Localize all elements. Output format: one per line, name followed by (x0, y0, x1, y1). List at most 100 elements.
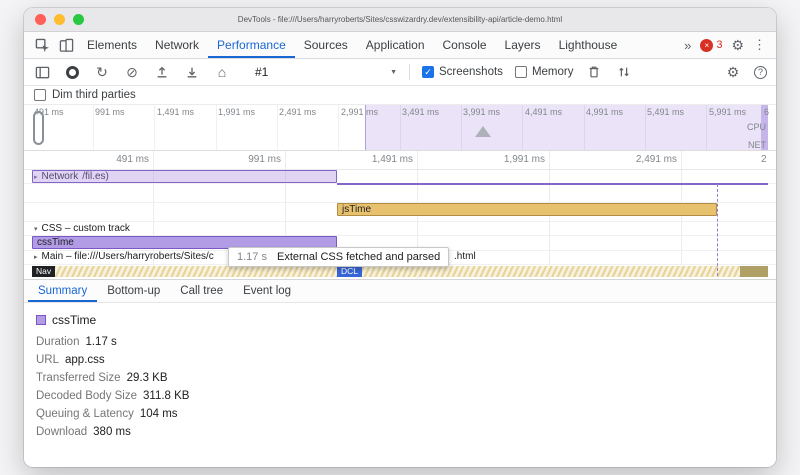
timeline-body: 491 ms 991 ms 1,491 ms 1,991 ms 2,491 ms… (24, 151, 776, 279)
record-icon (66, 66, 79, 79)
row-divider (24, 221, 776, 222)
capture-settings-gear-icon[interactable]: ⚙ (724, 63, 742, 81)
nav-marker[interactable]: Nav (32, 266, 55, 277)
summary-label: Duration (36, 336, 79, 348)
tab-network[interactable]: Network (146, 32, 208, 58)
triangle-right-icon: ▸ (34, 253, 38, 261)
overview-drag-handle[interactable] (33, 111, 44, 145)
cpu-activity-peak (475, 126, 491, 137)
tab-lighthouse[interactable]: Lighthouse (550, 32, 627, 58)
overview-time-label: 2,491 ms (279, 107, 316, 117)
close-window-button[interactable] (35, 14, 46, 25)
check-icon: ✓ (424, 67, 432, 78)
ruler-label: 2,491 ms (593, 154, 677, 165)
dcl-marker[interactable]: DCL (337, 266, 362, 277)
toggle-sidebar-icon[interactable] (33, 63, 51, 81)
tooltip-duration: 1.17 s (237, 251, 267, 263)
main-track-header[interactable]: ▸ Main – file:///Users/harryroberts/Site… (34, 251, 214, 262)
js-time-bar[interactable]: jsTime (337, 203, 717, 216)
summary-label: Transferred Size (36, 372, 121, 384)
tab-performance[interactable]: Performance (208, 32, 295, 58)
summary-row: URLapp.css (36, 354, 776, 366)
recording-history-select[interactable]: #1 ▼ (255, 65, 397, 79)
gridline-vertical (645, 105, 646, 150)
summary-label: Queuing & Latency (36, 408, 134, 420)
timings-striped-bar (32, 266, 768, 277)
help-icon[interactable]: ? (754, 66, 767, 79)
memory-toggle: Memory (515, 66, 574, 78)
recording-history-value: #1 (255, 65, 268, 79)
timeline-tracks: ▸ Network /fil.es) jsTime ▾ CSS – custom… (24, 170, 776, 279)
traffic-lights (24, 14, 84, 25)
ruler-label: 2 (761, 154, 775, 165)
devtools-window: DevTools - file:///Users/harryroberts/Si… (24, 8, 776, 467)
gridline-vertical (706, 105, 707, 150)
devtools-tabbar: Elements Network Performance Sources App… (24, 32, 776, 59)
dim-third-parties-checkbox[interactable] (34, 89, 46, 101)
home-icon[interactable]: ⌂ (213, 63, 231, 81)
more-options-icon[interactable]: ⋮ (753, 37, 766, 53)
css-custom-track-header[interactable]: ▾ CSS – custom track (34, 223, 130, 234)
inspect-element-icon[interactable] (30, 32, 54, 58)
minimize-window-button[interactable] (54, 14, 65, 25)
overview-time-label: 5,491 ms (647, 107, 684, 117)
tab-application[interactable]: Application (357, 32, 434, 58)
up-down-arrows-icon[interactable] (615, 63, 633, 81)
summary-row: Download 380 ms (36, 426, 776, 438)
gridline-vertical (277, 105, 278, 150)
toolbar-separator (409, 64, 410, 80)
ruler-label: 1,491 ms (329, 154, 413, 165)
summary-label: Download (36, 426, 87, 438)
record-button[interactable] (63, 63, 81, 81)
error-badge[interactable]: × 3 (700, 39, 722, 52)
tab-sources[interactable]: Sources (295, 32, 357, 58)
css-time-tooltip: 1.17 s External CSS fetched and parsed (228, 247, 449, 267)
timeline-ruler[interactable]: 491 ms 991 ms 1,491 ms 1,991 ms 2,491 ms… (24, 151, 776, 170)
net-row-label: NET (748, 140, 766, 150)
save-profile-icon[interactable] (183, 63, 201, 81)
tab-call-tree[interactable]: Call tree (170, 280, 233, 302)
summary-row: Decoded Body Size311.8 KB (36, 390, 776, 402)
zoom-window-button[interactable] (73, 14, 84, 25)
timings-dark-segment (740, 266, 768, 277)
collect-garbage-icon[interactable] (585, 63, 603, 81)
main-track-name: Main – file:///Users/harryroberts/Sites/… (42, 251, 214, 262)
summary-value: 1.17 s (85, 336, 116, 348)
clear-recording-button[interactable]: ⊘ (123, 63, 141, 81)
screenshots-toggle: ✓ Screenshots (422, 66, 503, 78)
tab-summary[interactable]: Summary (28, 280, 97, 302)
ruler-label: 991 ms (197, 154, 281, 165)
summary-value: 380 ms (93, 426, 131, 438)
screenshots-label[interactable]: Screenshots (439, 66, 503, 78)
overview-time-label: 991 ms (95, 107, 125, 117)
summary-row: Queuing & Latency 104 ms (36, 408, 776, 420)
tab-console[interactable]: Console (434, 32, 496, 58)
css-track-name: CSS – custom track (42, 223, 130, 234)
timeline-overview[interactable]: 491 ms 991 ms 1,491 ms 1,991 ms 2,491 ms… (24, 105, 776, 151)
dim-third-parties-label[interactable]: Dim third parties (52, 89, 136, 101)
summary-value: 104 ms (140, 408, 178, 420)
tab-layers[interactable]: Layers (496, 32, 550, 58)
tab-elements[interactable]: Elements (78, 32, 146, 58)
load-profile-icon[interactable] (153, 63, 171, 81)
tab-bottom-up[interactable]: Bottom-up (97, 280, 170, 302)
network-request-bar[interactable] (32, 170, 337, 183)
reload-and-record-button[interactable]: ↻ (93, 63, 111, 81)
summary-label: Decoded Body Size (36, 390, 137, 402)
overview-time-label: 5,991 ms (709, 107, 746, 117)
more-tabs-chevron-icon[interactable]: » (684, 38, 691, 53)
tab-event-log[interactable]: Event log (233, 280, 301, 302)
screenshots-checkbox[interactable]: ✓ (422, 66, 434, 78)
triangle-down-icon: ▾ (34, 225, 38, 233)
memory-checkbox[interactable] (515, 66, 527, 78)
css-time-legend-swatch (36, 315, 46, 325)
overview-time-label: 4,991 ms (586, 107, 623, 117)
cpu-row-label: CPU (747, 122, 766, 132)
settings-gear-icon[interactable]: ⚙ (731, 37, 744, 54)
summary-value: 29.3 KB (127, 372, 168, 384)
device-toolbar-icon[interactable] (54, 32, 78, 58)
network-request-line (337, 183, 768, 185)
gridline-vertical (154, 105, 155, 150)
details-tabbar: Summary Bottom-up Call tree Event log (24, 279, 776, 303)
memory-label[interactable]: Memory (532, 66, 574, 78)
